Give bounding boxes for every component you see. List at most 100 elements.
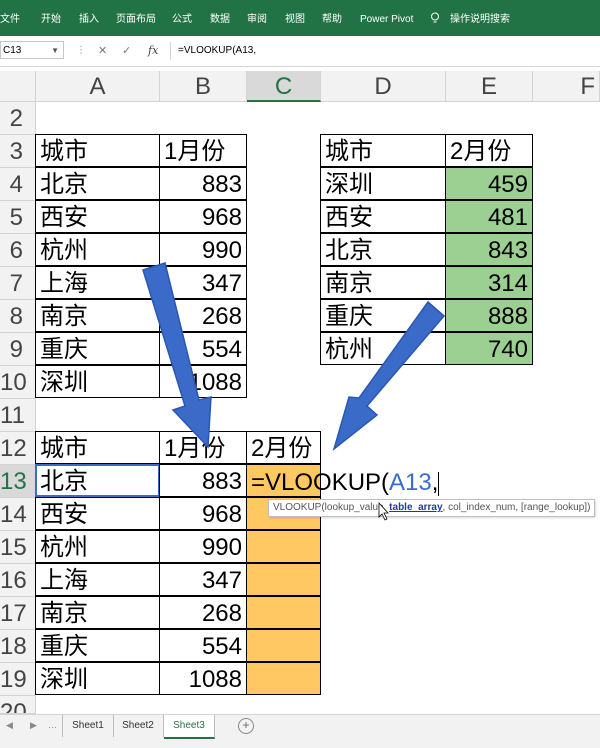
more-dots-icon[interactable]: … — [48, 720, 57, 730]
row-header-4[interactable]: 4 — [0, 168, 36, 201]
in-cell-formula[interactable]: =VLOOKUP(A13, — [251, 466, 440, 499]
row-header-10[interactable]: 10 — [0, 366, 36, 399]
table2-value[interactable]: 481 — [445, 200, 533, 233]
table3-city[interactable]: 重庆 — [35, 629, 160, 662]
table2-value[interactable]: 888 — [445, 299, 533, 332]
table1-value[interactable]: 990 — [159, 233, 247, 266]
table2-value[interactable]: 459 — [445, 167, 533, 200]
table1-city[interactable]: 深圳 — [35, 365, 160, 398]
table3-city[interactable]: 西安 — [35, 497, 160, 530]
table3-value[interactable]: 554 — [159, 629, 247, 662]
scroll-left-icon[interactable]: ◀ — [6, 720, 13, 731]
row-header-16[interactable]: 16 — [0, 564, 36, 597]
table3-value[interactable]: 268 — [159, 596, 247, 629]
table3-city[interactable]: 南京 — [35, 596, 160, 629]
insert-function-icon[interactable]: fx — [148, 44, 158, 58]
column-header-c[interactable]: C — [247, 71, 321, 102]
row-header-2[interactable]: 2 — [0, 102, 36, 135]
tell-me-search[interactable]: 操作说明搜索 — [450, 14, 510, 26]
row-header-11[interactable]: 11 — [0, 399, 36, 432]
ribbon-tab-review[interactable]: 审阅 — [247, 14, 267, 26]
table2-value[interactable]: 740 — [445, 332, 533, 365]
cancel-icon[interactable]: ✕ — [98, 44, 107, 58]
row-header-3[interactable]: 3 — [0, 135, 36, 168]
table3-city[interactable]: 上海 — [35, 563, 160, 596]
ribbon-tab-file[interactable]: 文件 — [0, 14, 20, 26]
ribbon-tab-formulas[interactable]: 公式 — [172, 14, 192, 26]
table3-feb-cell[interactable] — [246, 563, 321, 596]
table3-header-city[interactable]: 城市 — [35, 431, 160, 464]
table2-value[interactable]: 843 — [445, 233, 533, 266]
row-header-6[interactable]: 6 — [0, 234, 36, 267]
name-box[interactable]: C13 ▼ — [0, 41, 64, 59]
table1-value[interactable]: 1088 — [159, 365, 247, 398]
table3-header-feb[interactable]: 2月份 — [246, 431, 321, 464]
worksheet-grid[interactable]: A B C D E F 2 3 4 5 6 7 8 9 10 11 12 13 … — [0, 66, 600, 714]
row-header-14[interactable]: 14 — [0, 498, 36, 531]
column-header-b[interactable]: B — [160, 71, 247, 102]
sheet-tab-sheet2[interactable]: Sheet2 — [113, 715, 164, 737]
table1-value[interactable]: 968 — [159, 200, 247, 233]
row-header-5[interactable]: 5 — [0, 201, 36, 234]
table3-value[interactable]: 968 — [159, 497, 247, 530]
ribbon-tab-data[interactable]: 数据 — [210, 14, 230, 26]
ribbon-tab-insert[interactable]: 插入 — [79, 14, 99, 26]
column-header-d[interactable]: D — [321, 71, 446, 102]
row-header-12[interactable]: 12 — [0, 432, 36, 465]
tooltip-current-arg[interactable]: table_array — [389, 502, 442, 513]
table1-value[interactable]: 554 — [159, 332, 247, 365]
table3-city[interactable]: 杭州 — [35, 530, 160, 563]
table2-header-feb[interactable]: 2月份 — [445, 134, 533, 167]
table3-feb-cell[interactable] — [246, 662, 321, 695]
table1-value[interactable]: 268 — [159, 299, 247, 332]
ribbon-tab-page-layout[interactable]: 页面布局 — [116, 14, 156, 26]
ribbon-tab-home[interactable]: 开始 — [41, 14, 61, 26]
table3-feb-cell[interactable] — [246, 530, 321, 563]
table1-city[interactable]: 西安 — [35, 200, 160, 233]
table2-value[interactable]: 314 — [445, 266, 533, 299]
table2-city[interactable]: 西安 — [320, 200, 446, 233]
row-header-18[interactable]: 18 — [0, 630, 36, 663]
ribbon-tab-view[interactable]: 视图 — [285, 14, 305, 26]
table3-feb-cell[interactable] — [246, 596, 321, 629]
table2-city[interactable]: 北京 — [320, 233, 446, 266]
table2-header-city[interactable]: 城市 — [320, 134, 446, 167]
table1-value[interactable]: 347 — [159, 266, 247, 299]
row-header-17[interactable]: 17 — [0, 597, 36, 630]
function-argument-tooltip[interactable]: VLOOKUP(lookup_value, table_array, col_i… — [268, 499, 596, 517]
table1-city[interactable]: 杭州 — [35, 233, 160, 266]
row-header-13[interactable]: 13 — [0, 465, 36, 498]
table1-city[interactable]: 北京 — [35, 167, 160, 200]
row-header-19[interactable]: 19 — [0, 663, 36, 696]
table1-city[interactable]: 重庆 — [35, 332, 160, 365]
formula-input[interactable]: =VLOOKUP(A13, — [178, 44, 256, 58]
table1-header-jan[interactable]: 1月份 — [159, 134, 247, 167]
table3-value[interactable]: 990 — [159, 530, 247, 563]
row-header-8[interactable]: 8 — [0, 300, 36, 333]
row-header-15[interactable]: 15 — [0, 531, 36, 564]
enter-check-icon[interactable]: ✓ — [122, 44, 131, 58]
column-header-f[interactable]: F — [533, 71, 600, 102]
table2-city[interactable]: 南京 — [320, 266, 446, 299]
tooltip-function[interactable]: VLOOKUP(lookup_value, — [273, 502, 389, 513]
row-header-7[interactable]: 7 — [0, 267, 36, 300]
chevron-down-icon[interactable]: ▼ — [51, 42, 59, 60]
table2-city[interactable]: 杭州 — [320, 332, 446, 365]
row-header-9[interactable]: 9 — [0, 333, 36, 366]
table3-value[interactable]: 883 — [159, 464, 247, 497]
add-sheet-icon[interactable]: + — [238, 718, 254, 734]
table3-value[interactable]: 347 — [159, 563, 247, 596]
table1-city[interactable]: 上海 — [35, 266, 160, 299]
table3-header-jan[interactable]: 1月份 — [159, 431, 247, 464]
sheet-tab-sheet1[interactable]: Sheet1 — [62, 715, 114, 737]
table1-value[interactable]: 883 — [159, 167, 247, 200]
table1-city[interactable]: 南京 — [35, 299, 160, 332]
table3-feb-cell[interactable] — [246, 629, 321, 662]
row-header-20[interactable]: 20 — [0, 696, 36, 714]
table3-city[interactable]: 深圳 — [35, 662, 160, 695]
table2-city[interactable]: 深圳 — [320, 167, 446, 200]
column-header-e[interactable]: E — [446, 71, 533, 102]
column-header-a[interactable]: A — [36, 71, 160, 102]
ribbon-tab-power-pivot[interactable]: Power Pivot — [360, 14, 413, 26]
table1-header-city[interactable]: 城市 — [35, 134, 160, 167]
